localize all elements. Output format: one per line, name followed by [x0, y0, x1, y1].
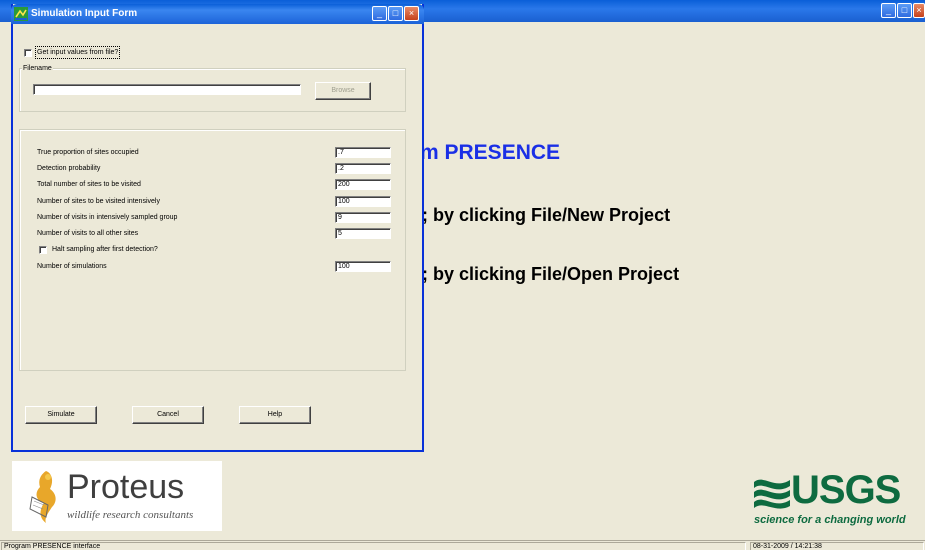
status-datetime: 08-31-2009 / 14:21:38 [750, 542, 924, 550]
status-text: Program PRESENCE interface [1, 542, 746, 550]
field-label-other-visits: Number of visits to all other sites [37, 230, 139, 237]
close-icon: × [916, 5, 922, 15]
dialog-close-button[interactable]: × [404, 6, 419, 21]
field-label-intensive-visits: Number of visits in intensively sampled … [37, 214, 178, 221]
maximize-icon: □ [392, 8, 399, 18]
usgs-logo: USGS science for a changing world [752, 468, 922, 532]
usgs-wave-icon [754, 479, 790, 509]
field-label-occupancy: True proportion of sites occupied [37, 149, 139, 156]
proteus-tagline: wildlife research consultants [67, 509, 194, 521]
status-bar: Program PRESENCE interface 08-31-2009 / … [0, 540, 925, 550]
simulation-input-dialog: Simulation Input Form _ □ × Get input va… [11, 4, 424, 452]
close-icon: × [408, 8, 415, 18]
new-project-instruction: ; by clicking File/New Project [422, 205, 671, 225]
main-maximize-button[interactable]: □ [897, 3, 912, 18]
help-button[interactable]: Help [239, 406, 311, 424]
simulate-button[interactable]: Simulate [25, 406, 97, 424]
main-minimize-button[interactable]: _ [881, 3, 896, 18]
dialog-minimize-button[interactable]: _ [372, 6, 387, 21]
total-sites-input[interactable] [335, 179, 391, 190]
occupancy-input[interactable] [335, 147, 391, 158]
proteus-figure-icon [29, 471, 56, 523]
welcome-text: m PRESENCE [420, 141, 561, 164]
get-input-from-file-label[interactable]: Get input values from file? [34, 46, 121, 59]
minimize-icon: _ [885, 5, 891, 15]
intensive-sites-input[interactable] [335, 196, 391, 207]
get-input-from-file-checkbox[interactable] [24, 49, 32, 57]
minimize-icon: _ [376, 8, 382, 18]
halt-sampling-checkbox[interactable] [39, 246, 47, 254]
num-simulations-label: Number of simulations [37, 263, 107, 270]
usgs-name: USGS [791, 468, 901, 512]
other-visits-input[interactable] [335, 228, 391, 239]
intensive-visits-input[interactable] [335, 212, 391, 223]
dialog-titlebar[interactable]: Simulation Input Form _ □ × [11, 4, 424, 24]
field-label-detection: Detection probability [37, 165, 101, 172]
maximize-icon: □ [901, 5, 908, 15]
open-project-instruction: ; by clicking File/Open Project [422, 264, 680, 284]
field-label-intensive-sites: Number of sites to be visited intensivel… [37, 198, 160, 205]
usgs-tagline: science for a changing world [754, 514, 906, 526]
num-simulations-input[interactable] [335, 261, 391, 272]
dialog-maximize-button[interactable]: □ [388, 6, 403, 21]
field-label-total-sites: Total number of sites to be visited [37, 181, 141, 188]
dialog-title: Simulation Input Form [31, 8, 138, 19]
proteus-name: Proteus [67, 468, 185, 506]
halt-sampling-label: Halt sampling after first detection? [52, 246, 158, 253]
browse-button[interactable]: Browse [315, 82, 371, 100]
main-close-button[interactable]: × [913, 3, 925, 18]
filename-input[interactable] [33, 84, 301, 95]
proteus-logo: Proteus wildlife research consultants [12, 461, 222, 531]
app-icon [14, 7, 28, 21]
cancel-button[interactable]: Cancel [132, 406, 204, 424]
filename-group-label: Filename [22, 64, 53, 73]
detection-input[interactable] [335, 163, 391, 174]
